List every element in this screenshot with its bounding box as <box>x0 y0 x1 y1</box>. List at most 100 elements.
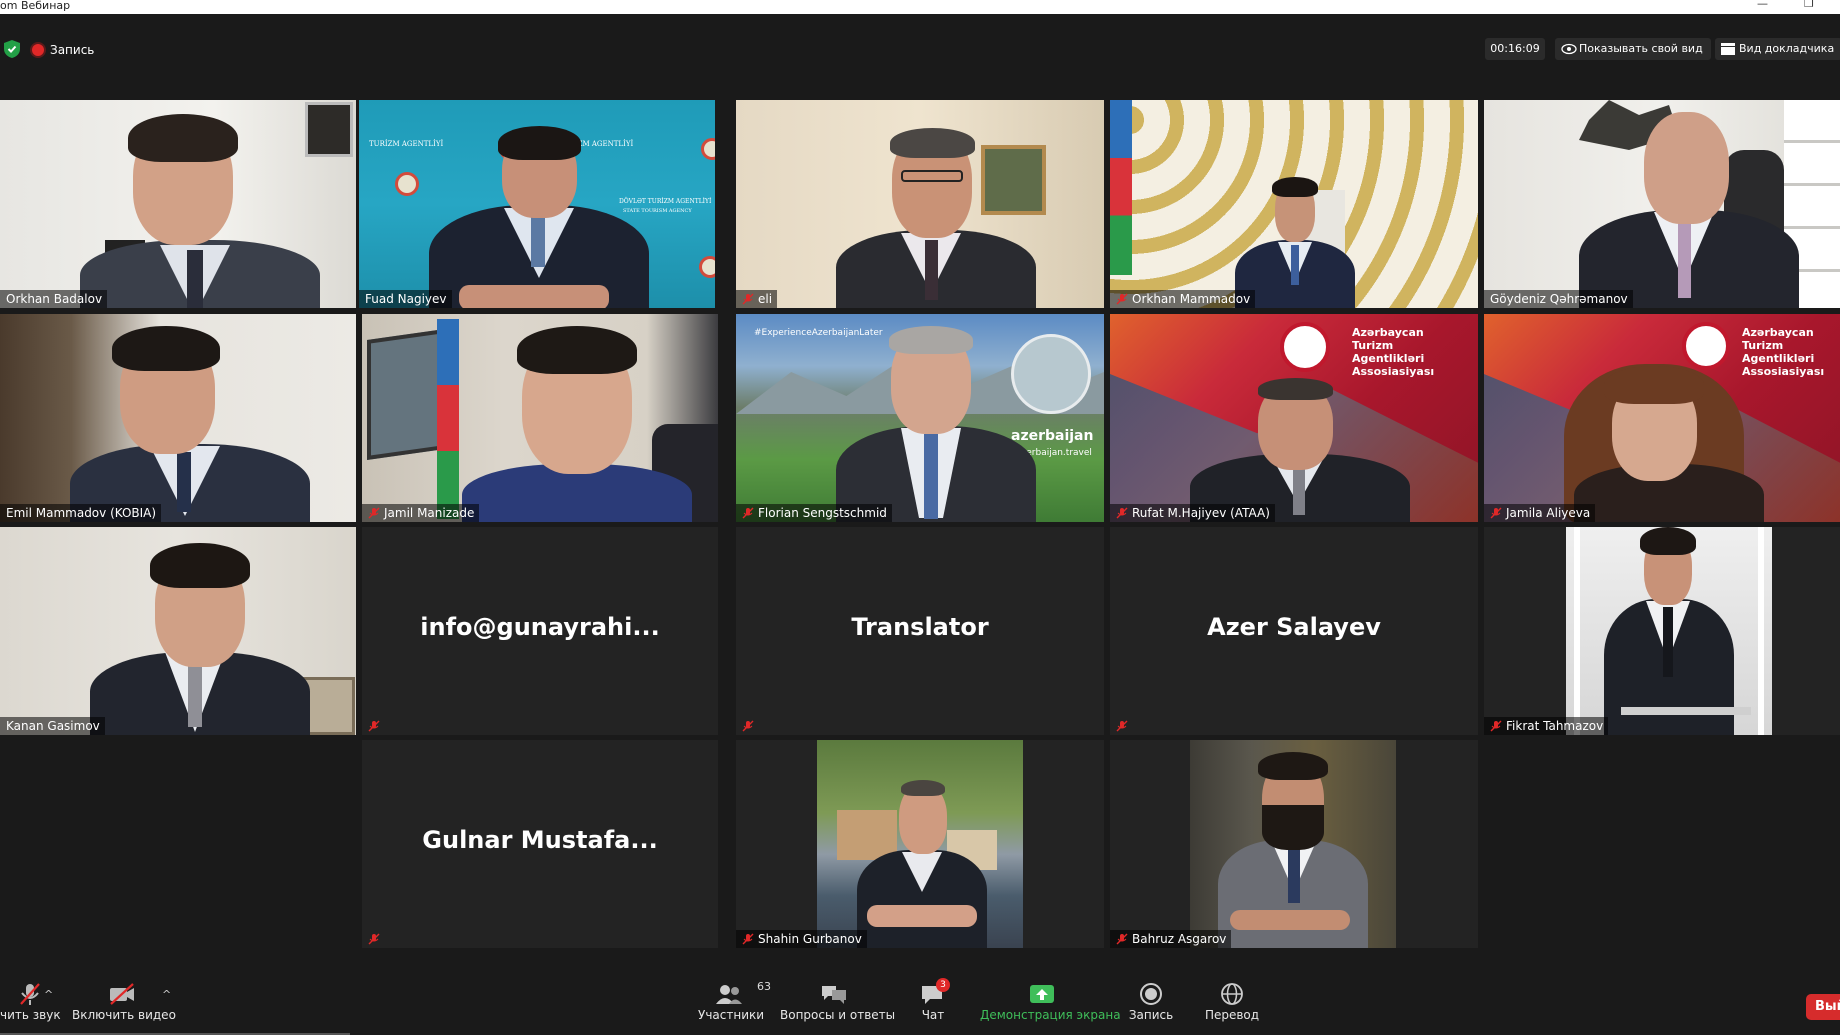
security-shield-icon[interactable] <box>4 40 20 58</box>
participants-button[interactable]: 63 Участники <box>698 980 771 1032</box>
video-tile-no-video[interactable]: Gulnar Mustafa... <box>362 740 718 948</box>
emblem-icon <box>701 138 715 160</box>
window-titlebar: om Вебинар — ❐ <box>0 0 1840 14</box>
participant-name-tag: Orkhan Badalov <box>0 290 108 308</box>
muted-mic-icon <box>368 507 380 519</box>
muted-mic-icon <box>742 293 754 305</box>
video-tile[interactable]: Göydeniz Qəhrəmanov <box>1484 100 1840 308</box>
participant-name-tag: Orkhan Mammadov <box>1110 290 1256 308</box>
participant-video: Azərbaycan Turizm Agentlikləri Assosiasiyas… <box>1110 314 1478 522</box>
chat-button[interactable]: 3 Чат <box>908 978 958 1032</box>
portrait-photo <box>817 740 1023 948</box>
video-tile-active-speaker[interactable]: TURİZM AGENTLİYİ TURİZM AGENTLİYİ DÖVLƏT… <box>359 100 715 308</box>
show-self-view-button[interactable]: Показывать свой вид <box>1555 38 1711 60</box>
participant-name: Fuad Nagiyev <box>365 292 447 306</box>
qa-bubbles-icon <box>820 982 848 1006</box>
participant-name: eli <box>758 292 773 306</box>
participant-name: Fikrat Tahmazov <box>1506 719 1604 733</box>
qa-label: Вопросы и ответы <box>780 1008 896 1022</box>
minimize-icon[interactable]: — <box>1757 0 1768 10</box>
video-tile[interactable]: Kanan Gasimov <box>0 527 356 735</box>
participant-name-tag: Fikrat Tahmazov <box>1484 717 1609 735</box>
video-tile-no-video[interactable]: Translator <box>736 527 1104 735</box>
video-tile[interactable]: Azərbaycan Turizm Agentlikləri Assosiasiyas… <box>1110 314 1478 522</box>
chat-label: Чат <box>921 1008 945 1022</box>
video-tile[interactable]: Emil Mammadov (KOBIA) <box>0 314 356 522</box>
muted-mic-icon <box>1490 507 1502 519</box>
participant-video: Azərbaycan Turizm Agentlikləri Assosiasiyas… <box>1484 314 1840 522</box>
portrait-photo <box>1566 527 1772 735</box>
window-title: om Вебинар <box>0 0 71 12</box>
share-screen-button[interactable]: Демонстрация экрана <box>980 982 1121 1032</box>
video-options-caret-icon[interactable]: ^ <box>162 988 171 1001</box>
speaker-view-button[interactable]: Вид докладчика <box>1715 38 1840 60</box>
participant-video <box>362 314 718 522</box>
participant-name: Florian Sengstschmid <box>758 506 887 520</box>
eagle-emblem <box>1011 334 1091 414</box>
ataa-title: Azərbaycan Turizm Agentlikləri Assosiasiyas… <box>1742 326 1825 378</box>
participant-name-tag: Rufat M.Hajiyev (ATAA) <box>1110 504 1275 522</box>
globe-icon <box>1220 982 1244 1006</box>
start-video-label: Включить видео <box>72 1008 176 1022</box>
participant-name-tag: Göydeniz Qəhrəmanov <box>1484 290 1633 308</box>
muted-mic-icon <box>1490 720 1502 732</box>
participants-label: Участники <box>698 1008 765 1022</box>
participant-video <box>736 740 1104 948</box>
participant-name-tag <box>362 930 385 948</box>
video-tile[interactable]: Bahruz Asgarov <box>1110 740 1478 948</box>
participant-display-name: info@gunayrahi... <box>420 613 660 641</box>
participant-video <box>736 100 1104 308</box>
record-button[interactable]: Запись <box>1128 982 1174 1032</box>
qa-button[interactable]: Вопросы и ответы <box>780 982 896 1032</box>
muted-mic-icon <box>368 933 380 945</box>
participant-video <box>1484 100 1840 308</box>
video-tile-no-video[interactable]: info@gunayrahi... <box>362 527 718 735</box>
participant-video <box>0 527 356 735</box>
flag <box>1110 100 1132 275</box>
video-tile[interactable]: Azərbaycan Turizm Agentlikləri Assosiasiyas… <box>1484 314 1840 522</box>
participant-name-tag: Jamila Aliyeva <box>1484 504 1596 522</box>
wall-picture <box>305 102 353 157</box>
unmute-label: чить звук <box>0 1008 61 1022</box>
muted-mic-icon <box>742 720 754 732</box>
agency-backdrop-text: DÖVLƏT TURİZM AGENTLİYİ <box>619 198 712 205</box>
muted-mic-icon <box>1116 933 1128 945</box>
recording-label: Запись <box>50 43 95 57</box>
eye-icon <box>1561 43 1577 55</box>
video-tile[interactable]: Orkhan Badalov <box>0 100 356 308</box>
restore-icon[interactable]: ❐ <box>1804 0 1814 10</box>
show-self-view-label: Показывать свой вид <box>1579 42 1703 55</box>
video-tile[interactable]: eli <box>736 100 1104 308</box>
share-screen-icon <box>1029 982 1055 1006</box>
interpretation-button[interactable]: Перевод <box>1204 982 1260 1032</box>
chat-icon: 3 <box>920 978 950 1006</box>
audio-options-caret-icon[interactable]: ^ <box>44 988 53 1001</box>
video-tile[interactable]: Jamil Manizade <box>362 314 718 522</box>
leave-button[interactable]: Вый <box>1806 994 1840 1020</box>
video-tile-no-video[interactable]: Azer Salayev <box>1110 527 1478 735</box>
participant-display-name: Translator <box>851 613 989 641</box>
video-tile[interactable]: Shahin Gurbanov <box>736 740 1104 948</box>
portrait-photo <box>1190 740 1396 948</box>
video-tile[interactable]: #ExperienceAzerbaijanLater azerbaijan az… <box>736 314 1104 522</box>
recording-indicator[interactable]: Запись <box>32 41 94 59</box>
video-tile[interactable]: Fikrat Tahmazov <box>1484 527 1840 735</box>
participant-name-tag: Bahruz Asgarov <box>1110 930 1232 948</box>
participant-video: TURİZM AGENTLİYİ TURİZM AGENTLİYİ DÖVLƏT… <box>359 100 715 308</box>
chat-unread-badge: 3 <box>936 978 950 992</box>
participants-icon: 63 <box>715 980 771 1006</box>
start-video-button[interactable]: Включить видео <box>72 982 176 1032</box>
video-tile[interactable]: Orkhan Mammadov <box>1110 100 1478 308</box>
participant-name-tag <box>736 717 759 735</box>
participant-name-tag: Fuad Nagiyev <box>359 290 452 308</box>
meeting-toolbar: чить звук ^ Включить видео ^ 63 Участник… <box>0 970 1840 1035</box>
participant-video <box>1110 100 1478 308</box>
video-off-icon <box>108 982 136 1006</box>
participant-name-tag: Jamil Manizade <box>362 504 480 522</box>
record-icon <box>1139 982 1163 1006</box>
participant-video <box>0 100 356 308</box>
participant-name: Jamila Aliyeva <box>1506 506 1591 520</box>
participant-name-tag: Shahin Gurbanov <box>736 930 867 948</box>
emblem-icon <box>699 256 715 278</box>
meeting-timer: 00:16:09 <box>1485 38 1545 60</box>
